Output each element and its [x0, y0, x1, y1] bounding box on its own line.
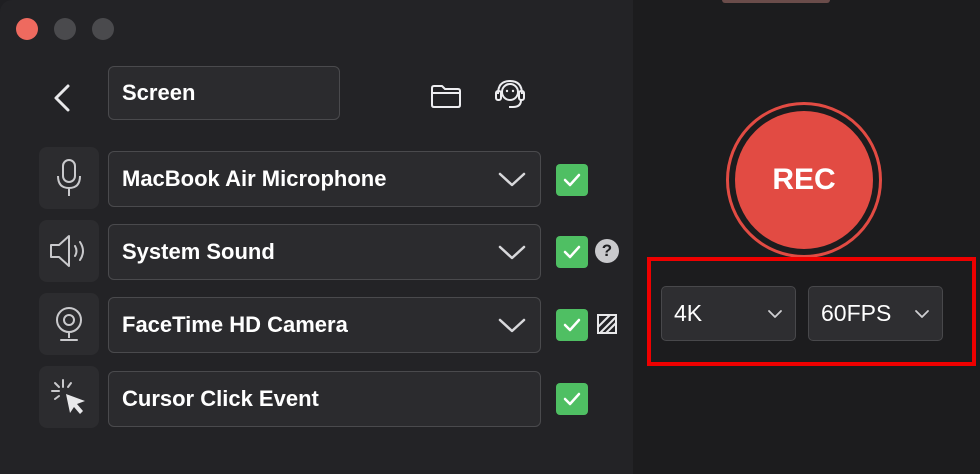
- microphone-icon: [57, 159, 81, 196]
- system-sound-select-value: System Sound: [122, 239, 275, 264]
- background-pattern-icon[interactable]: [596, 313, 618, 335]
- checkmark-icon: [563, 173, 581, 187]
- speaker-icon: [50, 235, 84, 267]
- microphone-select[interactable]: MacBook Air Microphone: [108, 151, 541, 207]
- framerate-select-value: 60FPS: [821, 300, 892, 326]
- window-maximize-button[interactable]: [92, 18, 114, 40]
- record-button[interactable]: REC: [735, 111, 873, 249]
- resolution-select[interactable]: 4K: [661, 286, 796, 341]
- microphone-enable-checkbox[interactable]: [556, 164, 588, 196]
- system-sound-enable-checkbox[interactable]: [556, 236, 588, 268]
- camera-select-value: FaceTime HD Camera: [122, 312, 348, 337]
- back-button[interactable]: [42, 78, 82, 118]
- cursor-click-field-value: Cursor Click Event: [122, 386, 319, 411]
- chevron-down-icon: [768, 309, 782, 318]
- background-window-edge: [722, 0, 830, 3]
- back-chevron-icon: [54, 84, 70, 112]
- framerate-select[interactable]: 60FPS: [808, 286, 943, 341]
- help-icon[interactable]: ?: [595, 239, 619, 263]
- system-sound-source-icon-tile: [39, 220, 99, 282]
- checkmark-icon: [563, 245, 581, 259]
- headset-support-icon: [495, 79, 525, 108]
- cursor-click-enable-checkbox[interactable]: [556, 383, 588, 415]
- open-folder-button[interactable]: [426, 76, 466, 116]
- cursor-click-source-icon-tile: [39, 366, 99, 428]
- microphone-source-icon-tile: [39, 147, 99, 209]
- capture-mode-label: Screen: [122, 80, 196, 105]
- microphone-select-value: MacBook Air Microphone: [122, 166, 387, 191]
- chevron-down-icon: [498, 318, 526, 333]
- cursor-click-icon: [51, 379, 85, 414]
- camera-source-icon-tile: [39, 293, 99, 355]
- folder-icon: [431, 85, 461, 108]
- chevron-down-icon: [498, 245, 526, 260]
- window-minimize-button[interactable]: [54, 18, 76, 40]
- resolution-select-value: 4K: [674, 300, 703, 326]
- support-button[interactable]: [490, 74, 530, 114]
- capture-mode-field[interactable]: Screen: [108, 66, 340, 120]
- checkmark-icon: [563, 318, 581, 332]
- record-button-ring[interactable]: REC: [726, 102, 882, 258]
- chevron-down-icon: [915, 309, 929, 318]
- system-sound-select[interactable]: System Sound: [108, 224, 541, 280]
- record-button-label: REC: [772, 163, 836, 196]
- camera-enable-checkbox[interactable]: [556, 309, 588, 341]
- camera-select[interactable]: FaceTime HD Camera: [108, 297, 541, 353]
- cursor-click-field[interactable]: Cursor Click Event: [108, 371, 541, 427]
- window-close-button[interactable]: [16, 18, 38, 40]
- webcam-icon: [56, 307, 82, 341]
- checkmark-icon: [563, 392, 581, 406]
- chevron-down-icon: [498, 172, 526, 187]
